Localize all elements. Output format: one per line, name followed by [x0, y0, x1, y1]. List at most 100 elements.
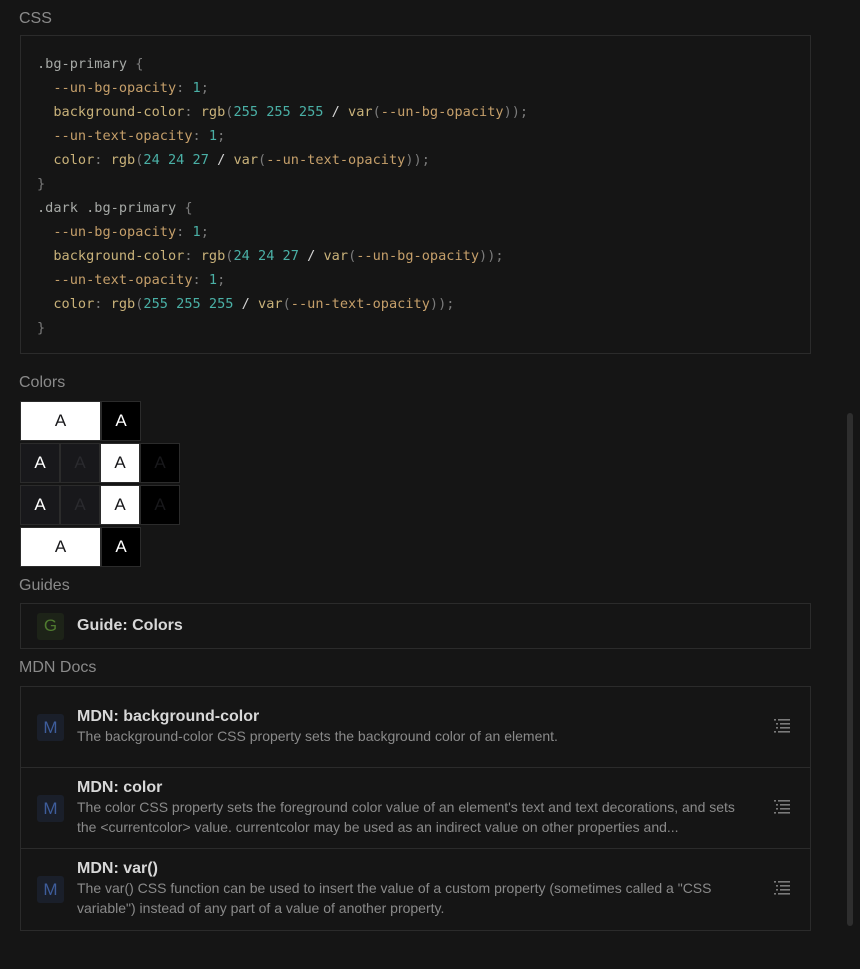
- swatch-row: AA: [20, 401, 182, 441]
- code-token: rgb: [110, 152, 136, 168]
- code-token: --un-bg-opacity: [37, 224, 177, 240]
- code-line: --un-bg-opacity: 1;: [37, 76, 810, 100]
- code-token: /: [208, 152, 234, 168]
- code-token: :: [176, 224, 193, 240]
- swatch-row: AAAA: [20, 443, 182, 483]
- color-swatch: A: [100, 443, 140, 483]
- color-swatch: A: [101, 527, 141, 567]
- guide-link-colors[interactable]: G Guide: Colors: [20, 603, 811, 649]
- code-token: .dark .bg-primary: [37, 200, 185, 216]
- swatch-row: AA: [20, 527, 182, 567]
- code-line: --un-text-opacity: 1;: [37, 268, 810, 292]
- code-token: :: [176, 80, 193, 96]
- code-token: color: [37, 152, 95, 168]
- mdn-badge-icon: M: [37, 876, 64, 903]
- color-swatch: A: [140, 485, 180, 525]
- code-token: :: [192, 272, 209, 288]
- color-swatch: A: [20, 527, 101, 567]
- code-token: 1: [208, 128, 218, 144]
- code-token: /: [233, 296, 259, 312]
- code-token: --un-bg-opacity: [37, 80, 177, 96]
- code-token: .bg-primary: [37, 56, 136, 72]
- code-token: ));: [503, 104, 529, 120]
- list-icon[interactable]: [774, 719, 790, 733]
- mdn-item-title: MDN: background-color: [77, 708, 260, 725]
- mdn-docs-list: M MDN: background-color The background-c…: [20, 686, 811, 931]
- mdn-badge-icon: M: [37, 714, 64, 741]
- mdn-item-color[interactable]: M MDN: color The color CSS property sets…: [21, 768, 810, 849]
- code-token: ));: [429, 296, 455, 312]
- mdn-item-description: The var() CSS function can be used to in…: [77, 880, 712, 916]
- code-token: }: [37, 176, 46, 192]
- code-token: :: [184, 104, 201, 120]
- mdn-item-title: MDN: color: [77, 779, 163, 796]
- mdn-item-var[interactable]: M MDN: var() The var() CSS function can …: [21, 849, 810, 930]
- code-token: var: [323, 248, 349, 264]
- color-swatch: A: [100, 485, 140, 525]
- mdn-item-description: The color CSS property sets the foregrou…: [77, 799, 735, 835]
- code-token: 24 24 27: [233, 248, 299, 264]
- colors-section-title: Colors: [19, 374, 66, 391]
- code-token: var: [258, 296, 283, 312]
- code-token: 255 255 255: [143, 296, 234, 312]
- swatch-row: AAAA: [20, 485, 182, 525]
- code-token: 1: [192, 80, 201, 96]
- color-swatch: A: [20, 485, 60, 525]
- code-line: background-color: rgb(24 24 27 / var(--u…: [37, 244, 810, 268]
- code-line: }: [37, 172, 810, 196]
- code-token: var: [348, 104, 373, 120]
- color-swatch: A: [20, 401, 101, 441]
- code-token: {: [135, 56, 144, 72]
- code-token: color: [37, 296, 95, 312]
- code-token: ;: [217, 272, 226, 288]
- code-token: --un-bg-opacity: [380, 104, 504, 120]
- code-line: .bg-primary {: [37, 52, 810, 76]
- code-token: background-color: [37, 248, 185, 264]
- code-token: ;: [200, 80, 209, 96]
- mdn-item-title: MDN: var(): [77, 860, 158, 877]
- code-line: background-color: rgb(255 255 255 / var(…: [37, 100, 810, 124]
- code-token: (: [258, 152, 267, 168]
- css-section-title: CSS: [19, 10, 52, 27]
- code-token: 24 24 27: [143, 152, 209, 168]
- color-swatch: A: [60, 485, 100, 525]
- code-token: }: [37, 320, 46, 336]
- mdn-badge-icon: M: [37, 795, 64, 822]
- code-line: .dark .bg-primary {: [37, 196, 810, 220]
- mdn-section-title: MDN Docs: [19, 659, 97, 676]
- code-token: --un-text-opacity: [266, 152, 406, 168]
- code-token: (: [282, 296, 291, 312]
- color-swatch-grid: AAAAAAAAAAAA: [20, 401, 182, 567]
- code-token: ;: [200, 224, 209, 240]
- code-token: rgb: [110, 296, 136, 312]
- guide-badge-icon: G: [37, 612, 64, 640]
- code-token: var: [233, 152, 259, 168]
- detail-panel: CSS .bg-primary { --un-bg-opacity: 1; ba…: [19, 0, 811, 931]
- code-token: --un-text-opacity: [290, 296, 430, 312]
- scrollbar-thumb[interactable]: [847, 413, 853, 926]
- code-token: background-color: [37, 104, 185, 120]
- color-swatch: A: [101, 401, 141, 441]
- code-token: /: [298, 248, 324, 264]
- code-token: {: [184, 200, 193, 216]
- code-token: rgb: [200, 104, 226, 120]
- code-line: --un-text-opacity: 1;: [37, 124, 810, 148]
- code-line: --un-bg-opacity: 1;: [37, 220, 810, 244]
- code-token: :: [94, 152, 111, 168]
- color-swatch: A: [140, 443, 180, 483]
- code-token: :: [94, 296, 111, 312]
- mdn-item-description: The background-color CSS property sets t…: [77, 728, 558, 744]
- code-token: --un-text-opacity: [37, 272, 193, 288]
- list-icon[interactable]: [774, 800, 790, 814]
- color-swatch: A: [20, 443, 60, 483]
- code-token: 1: [192, 224, 201, 240]
- guide-label: Guide: Colors: [77, 617, 183, 634]
- css-code-block[interactable]: .bg-primary { --un-bg-opacity: 1; backgr…: [20, 35, 811, 354]
- code-token: /: [323, 104, 349, 120]
- code-token: rgb: [200, 248, 226, 264]
- mdn-item-background-color[interactable]: M MDN: background-color The background-c…: [21, 687, 810, 768]
- code-line: color: rgb(24 24 27 / var(--un-text-opac…: [37, 148, 810, 172]
- code-token: ));: [405, 152, 430, 168]
- code-line: color: rgb(255 255 255 / var(--un-text-o…: [37, 292, 810, 316]
- list-icon[interactable]: [774, 881, 790, 895]
